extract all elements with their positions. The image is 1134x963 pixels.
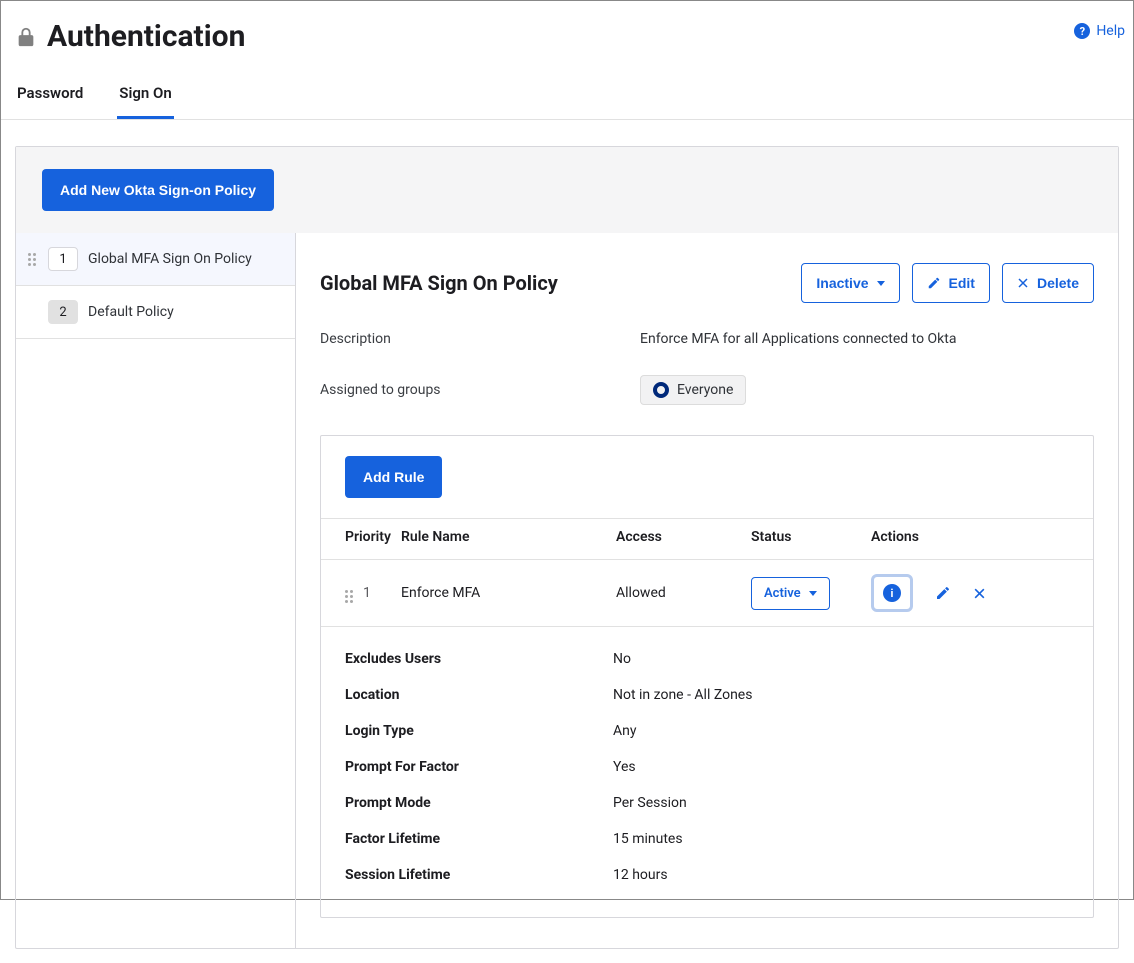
rule-detail-label: Prompt Mode xyxy=(345,795,613,811)
rule-detail-row: Prompt For FactorYes xyxy=(345,749,1069,785)
rule-priority: 1 xyxy=(363,585,371,601)
col-actions: Actions xyxy=(871,529,1061,545)
rule-detail-row: Session Lifetime12 hours xyxy=(345,857,1069,893)
tab-sign-on[interactable]: Sign On xyxy=(117,78,173,119)
rule-detail-value: Per Session xyxy=(613,795,687,811)
pencil-icon xyxy=(935,585,951,601)
delete-label: Delete xyxy=(1037,275,1079,291)
rule-info-button[interactable]: i xyxy=(871,574,913,612)
tab-password[interactable]: Password xyxy=(15,78,85,119)
rule-access: Allowed xyxy=(616,585,751,601)
col-access: Access xyxy=(616,529,751,545)
rule-detail-label: Factor Lifetime xyxy=(345,831,613,847)
close-icon xyxy=(1017,277,1029,289)
page-title: Authentication xyxy=(47,19,245,54)
rule-detail-value: Any xyxy=(613,723,637,739)
rule-status-dropdown[interactable]: Active xyxy=(751,577,830,610)
rule-detail-row: LocationNot in zone - All Zones xyxy=(345,677,1069,713)
rule-detail-row: Excludes UsersNo xyxy=(345,641,1069,677)
pencil-icon xyxy=(927,276,941,290)
group-name: Everyone xyxy=(677,382,733,398)
rule-detail-label: Session Lifetime xyxy=(345,867,613,883)
lock-icon xyxy=(15,25,37,49)
status-dropdown-button[interactable]: Inactive xyxy=(801,263,899,303)
drag-handle-icon[interactable] xyxy=(28,253,38,266)
policy-detail-title: Global MFA Sign On Policy xyxy=(320,271,558,295)
add-policy-button[interactable]: Add New Okta Sign-on Policy xyxy=(42,169,274,211)
rule-detail-label: Prompt For Factor xyxy=(345,759,613,775)
rule-detail-row: Login TypeAny xyxy=(345,713,1069,749)
policy-label: Global MFA Sign On Policy xyxy=(88,247,252,270)
add-rule-button[interactable]: Add Rule xyxy=(345,456,442,498)
rule-status-label: Active xyxy=(764,586,801,601)
col-priority: Priority xyxy=(321,529,401,545)
description-label: Description xyxy=(320,331,640,347)
rule-detail-value: Yes xyxy=(613,759,636,775)
edit-label: Edit xyxy=(949,275,975,291)
rule-detail-value: 15 minutes xyxy=(613,831,683,847)
caret-down-icon xyxy=(877,281,885,286)
description-value: Enforce MFA for all Applications connect… xyxy=(640,331,956,347)
rule-detail-value: Not in zone - All Zones xyxy=(613,687,752,703)
rule-detail-label: Excludes Users xyxy=(345,651,613,667)
delete-button[interactable]: Delete xyxy=(1002,263,1094,303)
policy-item-1[interactable]: 1 Global MFA Sign On Policy xyxy=(16,233,295,286)
col-status: Status xyxy=(751,529,871,545)
policy-item-2[interactable]: 2 Default Policy xyxy=(16,286,295,339)
col-rule-name: Rule Name xyxy=(401,529,616,545)
policy-label: Default Policy xyxy=(88,300,174,323)
close-icon xyxy=(973,587,986,600)
drag-handle-icon[interactable] xyxy=(345,590,355,603)
rule-detail-value: No xyxy=(613,651,631,667)
rule-detail-label: Location xyxy=(345,687,613,703)
group-chip[interactable]: Everyone xyxy=(640,375,746,405)
groups-label: Assigned to groups xyxy=(320,382,640,398)
rule-detail-row: Factor Lifetime15 minutes xyxy=(345,821,1069,857)
help-link[interactable]: ? Help xyxy=(1074,23,1125,39)
okta-logo-icon xyxy=(653,382,669,398)
help-label: Help xyxy=(1096,23,1125,39)
rule-name: Enforce MFA xyxy=(401,585,616,601)
rule-edit-button[interactable] xyxy=(935,585,951,601)
rule-delete-button[interactable] xyxy=(973,587,986,600)
edit-button[interactable]: Edit xyxy=(912,263,990,303)
rule-detail-row: Prompt ModePer Session xyxy=(345,785,1069,821)
status-label: Inactive xyxy=(816,275,868,291)
info-icon: i xyxy=(883,584,901,602)
policy-number: 2 xyxy=(48,300,78,324)
caret-down-icon xyxy=(809,591,817,596)
policy-number: 1 xyxy=(48,247,78,271)
rule-detail-value: 12 hours xyxy=(613,867,668,883)
rule-detail-label: Login Type xyxy=(345,723,613,739)
help-icon: ? xyxy=(1074,23,1090,39)
